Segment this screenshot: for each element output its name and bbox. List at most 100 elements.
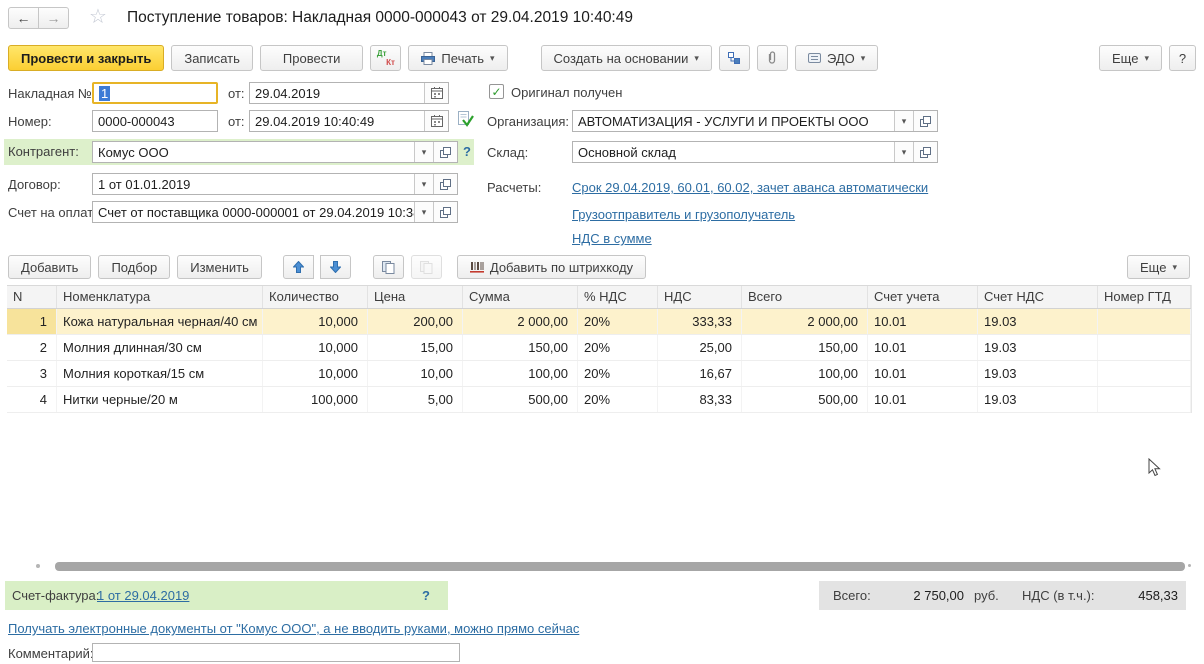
cell-account[interactable]: 10.01 (868, 309, 978, 334)
cell-vat-account[interactable]: 19.03 (978, 361, 1098, 386)
col-header-vat-pct[interactable]: % НДС (578, 286, 658, 308)
paste-row-button[interactable] (411, 255, 442, 279)
col-header-sum[interactable]: Сумма (463, 286, 578, 308)
add-row-button[interactable]: Добавить (8, 255, 91, 279)
invoice-facture-link[interactable]: 1 от 29.04.2019 (97, 588, 189, 603)
col-header-nomenclature[interactable]: Номенклатура (57, 286, 263, 308)
col-header-account[interactable]: Счет учета (868, 286, 978, 308)
post-and-close-button[interactable]: Провести и закрыть (8, 45, 164, 71)
vat-in-sum-link[interactable]: НДС в сумме (572, 231, 652, 246)
cell-vat[interactable]: 333,33 (658, 309, 742, 334)
col-header-price[interactable]: Цена (368, 286, 463, 308)
col-header-total[interactable]: Всего (742, 286, 868, 308)
post-button[interactable]: Провести (260, 45, 364, 71)
cell-total[interactable]: 150,00 (742, 335, 868, 360)
more-button[interactable]: Еще▾ (1099, 45, 1162, 71)
cell-total[interactable]: 2 000,00 (742, 309, 868, 334)
cell-vat-account[interactable]: 19.03 (978, 309, 1098, 334)
grid-more-button[interactable]: Еще▾ (1127, 255, 1190, 279)
cell-gtd[interactable] (1098, 309, 1191, 334)
cell-nomenclature[interactable]: Кожа натуральная черная/40 см (57, 309, 263, 334)
set-time-button[interactable] (457, 111, 474, 130)
move-down-button[interactable] (320, 255, 351, 279)
cell-account[interactable]: 10.01 (868, 335, 978, 360)
cell-nomenclature[interactable]: Нитки черные/20 м (57, 387, 263, 412)
col-header-quantity[interactable]: Количество (263, 286, 368, 308)
scrollbar-right-dot[interactable] (1188, 564, 1191, 567)
counterparty-help[interactable]: ? (463, 144, 471, 159)
col-header-n[interactable]: N (7, 286, 57, 308)
shipper-consignee-link[interactable]: Грузоотправитель и грузополучатель (572, 207, 795, 222)
cell-sum[interactable]: 500,00 (463, 387, 578, 412)
cell-vat[interactable]: 16,67 (658, 361, 742, 386)
cell-quantity[interactable]: 100,000 (263, 387, 368, 412)
table-row[interactable]: 1 Кожа натуральная черная/40 см 10,000 2… (7, 309, 1191, 335)
cell-vat-pct[interactable]: 20% (578, 309, 658, 334)
organization-open-button[interactable] (913, 111, 937, 131)
cell-sum[interactable]: 100,00 (463, 361, 578, 386)
calendar-button-2[interactable] (424, 111, 448, 131)
cell-nomenclature[interactable]: Молния длинная/30 см (57, 335, 263, 360)
cell-vat[interactable]: 25,00 (658, 335, 742, 360)
comment-input[interactable] (92, 643, 460, 662)
cell-nomenclature[interactable]: Молния короткая/15 см (57, 361, 263, 386)
contract-dropdown-button[interactable]: ▾ (414, 174, 433, 194)
add-by-barcode-button[interactable]: Добавить по штрихкоду (457, 255, 646, 279)
cell-vat-pct[interactable]: 20% (578, 335, 658, 360)
cell-n[interactable]: 3 (7, 361, 57, 386)
pick-button[interactable]: Подбор (98, 255, 170, 279)
attachments-button[interactable] (757, 45, 788, 71)
invoice-no-input[interactable]: 1 (92, 82, 218, 104)
warehouse-dropdown-button[interactable]: ▾ (894, 142, 913, 162)
cell-quantity[interactable]: 10,000 (263, 361, 368, 386)
organization-combo[interactable]: АВТОМАТИЗАЦИЯ - УСЛУГИ И ПРОЕКТЫ ООО ▾ (572, 110, 938, 132)
cell-price[interactable]: 5,00 (368, 387, 463, 412)
print-button[interactable]: Печать▾ (408, 45, 507, 71)
cell-price[interactable]: 15,00 (368, 335, 463, 360)
scrollbar-thumb[interactable] (55, 562, 1185, 571)
cell-sum[interactable]: 2 000,00 (463, 309, 578, 334)
table-row[interactable]: 2 Молния длинная/30 см 10,000 15,00 150,… (7, 335, 1191, 361)
bill-open-button[interactable] (433, 202, 457, 222)
cell-price[interactable]: 10,00 (368, 361, 463, 386)
cell-price[interactable]: 200,00 (368, 309, 463, 334)
cell-n[interactable]: 2 (7, 335, 57, 360)
cell-quantity[interactable]: 10,000 (263, 309, 368, 334)
contract-combo[interactable]: 1 от 01.01.2019 ▾ (92, 173, 458, 195)
organization-dropdown-button[interactable]: ▾ (894, 111, 913, 131)
write-button[interactable]: Записать (171, 45, 253, 71)
invoice-date-input[interactable]: 29.04.2019 (249, 82, 449, 104)
col-header-vat[interactable]: НДС (658, 286, 742, 308)
bill-dropdown-button[interactable]: ▾ (414, 202, 433, 222)
edo-receive-link[interactable]: Получать электронные документы от "Комус… (8, 621, 579, 636)
cell-vat-account[interactable]: 19.03 (978, 335, 1098, 360)
cell-vat[interactable]: 83,33 (658, 387, 742, 412)
cell-total[interactable]: 100,00 (742, 361, 868, 386)
cell-vat-pct[interactable]: 20% (578, 387, 658, 412)
cell-total[interactable]: 500,00 (742, 387, 868, 412)
calendar-button[interactable] (424, 83, 448, 103)
copy-row-button[interactable] (373, 255, 404, 279)
dtkt-button[interactable]: Дт Кт (370, 45, 401, 71)
cell-gtd[interactable] (1098, 361, 1191, 386)
edit-row-button[interactable]: Изменить (177, 255, 262, 279)
help-button[interactable]: ? (1169, 45, 1196, 71)
original-received-checkbox[interactable]: ✓ (489, 84, 504, 99)
move-up-button[interactable] (283, 255, 314, 279)
favorite-star-icon[interactable]: ☆ (89, 4, 107, 29)
counterparty-combo[interactable]: Комус ООО ▾ (92, 141, 458, 163)
bill-combo[interactable]: Счет от поставщика 0000-000001 от 29.04.… (92, 201, 458, 223)
edo-button[interactable]: ЭДО▾ (795, 45, 878, 71)
cell-gtd[interactable] (1098, 335, 1191, 360)
cell-vat-account[interactable]: 19.03 (978, 387, 1098, 412)
cell-gtd[interactable] (1098, 387, 1191, 412)
number-input[interactable]: 0000-000043 (92, 110, 218, 132)
col-header-gtd[interactable]: Номер ГТД (1098, 286, 1191, 308)
scrollbar-left-dot[interactable] (36, 564, 40, 568)
counterparty-open-button[interactable] (433, 142, 457, 162)
back-button[interactable]: ← (8, 7, 39, 29)
counterparty-dropdown-button[interactable]: ▾ (414, 142, 433, 162)
number-datetime-input[interactable]: 29.04.2019 10:40:49 (249, 110, 449, 132)
table-row[interactable]: 3 Молния короткая/15 см 10,000 10,00 100… (7, 361, 1191, 387)
cell-account[interactable]: 10.01 (868, 361, 978, 386)
